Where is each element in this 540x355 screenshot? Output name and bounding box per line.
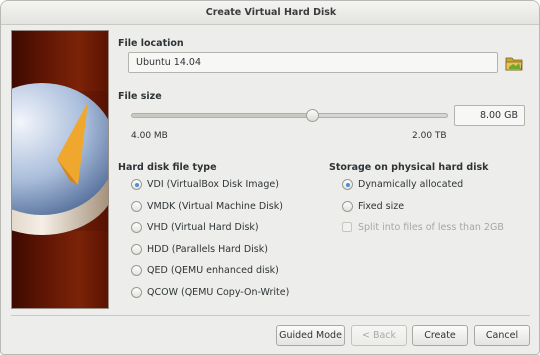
storage-heading: Storage on physical hard disk	[329, 162, 489, 173]
checkbox-label: Split into files of less than 2GB	[358, 222, 504, 233]
radio-indicator[interactable]	[342, 201, 353, 212]
radio-indicator[interactable]	[131, 265, 142, 276]
file-location-input[interactable]: Ubuntu 14.04	[128, 52, 498, 73]
radio-label: QED (QEMU enhanced disk)	[147, 265, 279, 276]
slider-min-label: 4.00 MB	[131, 131, 168, 141]
radio-label: Dynamically allocated	[358, 179, 464, 190]
radio-label: VMDK (Virtual Machine Disk)	[147, 201, 283, 212]
disk-illustration-icon	[12, 83, 108, 235]
footer-separator	[11, 315, 530, 316]
radio-label: Fixed size	[358, 201, 405, 212]
wizard-banner-image	[11, 30, 109, 309]
slider-max-label: 2.00 TB	[412, 131, 447, 141]
disk-type-heading: Hard disk file type	[118, 162, 217, 173]
radio-label: VDI (VirtualBox Disk Image)	[147, 179, 279, 190]
slider-handle[interactable]	[305, 109, 319, 122]
checkbox-indicator[interactable]	[342, 222, 352, 232]
back-button[interactable]: < Back	[351, 325, 407, 346]
radio-indicator[interactable]	[131, 201, 142, 212]
browse-folder-button[interactable]	[504, 53, 524, 73]
radio-label: QCOW (QEMU Copy-On-Write)	[147, 287, 290, 298]
file-size-input[interactable]: 8.00 GB	[454, 105, 525, 126]
file-size-slider[interactable]	[131, 109, 448, 122]
radio-indicator[interactable]	[342, 179, 353, 190]
radio-indicator[interactable]	[131, 179, 142, 190]
file-location-label: File location	[118, 38, 184, 49]
folder-icon	[505, 57, 523, 71]
radio-label: HDD (Parallels Hard Disk)	[147, 244, 268, 255]
cancel-button[interactable]: Cancel	[474, 325, 530, 346]
window-title: Create Virtual Hard Disk	[1, 1, 539, 25]
file-size-label: File size	[118, 91, 162, 102]
radio-label: VHD (Virtual Hard Disk)	[147, 222, 259, 233]
radio-indicator[interactable]	[131, 222, 142, 233]
create-virtual-hard-disk-dialog: Create Virtual Hard Disk File location U…	[0, 0, 540, 355]
slider-fill	[132, 114, 312, 117]
radio-indicator[interactable]	[131, 287, 142, 298]
create-button[interactable]: Create	[412, 325, 468, 346]
radio-indicator[interactable]	[131, 244, 142, 255]
guided-mode-button[interactable]: Guided Mode	[276, 325, 345, 346]
